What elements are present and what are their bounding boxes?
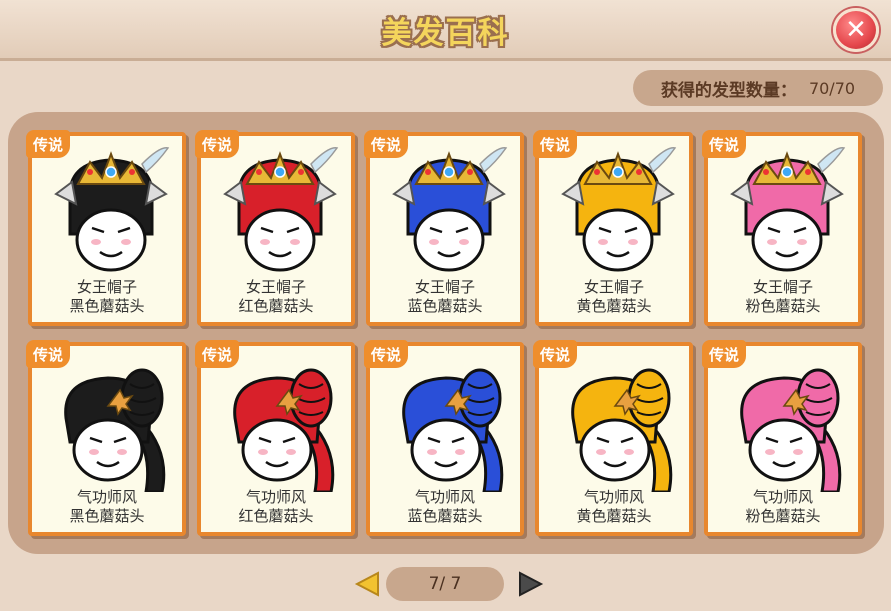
page-title: 美发百科 bbox=[381, 16, 510, 51]
hairstyle-name-line1: 气功师风 bbox=[752, 488, 813, 506]
hairstyle-card[interactable]: 传说 女王帽子 红色蘑菇头 bbox=[195, 130, 355, 326]
hairstyle-card[interactable]: 传说 女王帽子 粉色蘑菇头 bbox=[702, 130, 862, 326]
hairstyle-name-line1: 女王帽子 bbox=[752, 278, 813, 296]
hairstyle-count-value: 70/70 bbox=[808, 78, 856, 98]
hairstyle-name-line2: 粉色蘑菇头 bbox=[745, 507, 821, 525]
hairstyle-name: 气功师风 蓝色蘑菇头 bbox=[370, 488, 520, 526]
hairstyle-name-line1: 气功师风 bbox=[76, 488, 137, 506]
title-bar: 美发百科 ✕ bbox=[0, 0, 891, 61]
triangle-right-icon[interactable] bbox=[516, 570, 544, 598]
hairstyle-name: 气功师风 粉色蘑菇头 bbox=[708, 488, 858, 526]
triangle-left-icon[interactable] bbox=[354, 570, 382, 598]
hairstyle-name: 女王帽子 蓝色蘑菇头 bbox=[370, 278, 520, 316]
hairstyle-name-line1: 气功师风 bbox=[583, 488, 644, 506]
queen-crown-hair-icon bbox=[54, 147, 170, 272]
hairstyle-card[interactable]: 传说 气功师风 粉色蘑菇头 bbox=[702, 340, 862, 536]
hairstyle-name-line2: 红色蘑菇头 bbox=[238, 297, 314, 315]
hairstyle-name-line1: 女王帽子 bbox=[583, 278, 644, 296]
hairstyle-count: 获得的发型数量： 70/70 bbox=[633, 70, 883, 106]
hairstyle-name-line2: 黄色蘑菇头 bbox=[576, 297, 652, 315]
hairstyle-card[interactable]: 传说 气功师风 黑色蘑菇头 bbox=[26, 340, 186, 536]
hairstyle-name-line2: 粉色蘑菇头 bbox=[745, 297, 821, 315]
hairstyle-name-line2: 蓝色蘑菇头 bbox=[407, 507, 483, 525]
page-indicator-text: 7/ 7 bbox=[428, 574, 462, 594]
hairstyle-name: 女王帽子 黑色蘑菇头 bbox=[32, 278, 182, 316]
hairstyle-name: 女王帽子 粉色蘑菇头 bbox=[708, 278, 858, 316]
queen-crown-hair-icon bbox=[223, 147, 339, 272]
hairstyle-card[interactable]: 传说 女王帽子 蓝色蘑菇头 bbox=[364, 130, 524, 326]
hairstyle-name: 女王帽子 红色蘑菇头 bbox=[201, 278, 351, 316]
hairstyle-card[interactable]: 传说 气功师风 蓝色蘑菇头 bbox=[364, 340, 524, 536]
qigong-braid-hair-icon bbox=[740, 368, 842, 492]
hairstyle-name: 气功师风 黄色蘑菇头 bbox=[539, 488, 689, 526]
qigong-braid-hair-icon bbox=[233, 368, 335, 492]
hairstyle-name-line2: 黑色蘑菇头 bbox=[69, 297, 145, 315]
hairstyle-name-line1: 女王帽子 bbox=[414, 278, 475, 296]
close-button[interactable]: ✕ bbox=[833, 8, 879, 52]
hairstyle-grid: 传说 女王帽子 黑色蘑菇头 传说 女王帽子 红色蘑菇头 传说 女王帽子 蓝色蘑菇… bbox=[8, 112, 884, 554]
hairstyle-name-line1: 女王帽子 bbox=[245, 278, 306, 296]
hairstyle-name: 气功师风 红色蘑菇头 bbox=[201, 488, 351, 526]
qigong-braid-hair-icon bbox=[571, 368, 673, 492]
close-x-icon: ✕ bbox=[845, 15, 867, 45]
hairstyle-card[interactable]: 传说 女王帽子 黄色蘑菇头 bbox=[533, 130, 693, 326]
qigong-braid-hair-icon bbox=[64, 368, 166, 492]
hairstyle-name: 气功师风 黑色蘑菇头 bbox=[32, 488, 182, 526]
hairstyle-name-line2: 黄色蘑菇头 bbox=[576, 507, 652, 525]
qigong-braid-hair-icon bbox=[402, 368, 504, 492]
hairstyle-name-line1: 女王帽子 bbox=[76, 278, 137, 296]
queen-crown-hair-icon bbox=[561, 147, 677, 272]
hairstyle-name: 女王帽子 黄色蘑菇头 bbox=[539, 278, 689, 316]
hairstyle-card[interactable]: 传说 气功师风 红色蘑菇头 bbox=[195, 340, 355, 536]
hairstyle-name-line2: 黑色蘑菇头 bbox=[69, 507, 145, 525]
hairstyle-count-label: 获得的发型数量： bbox=[660, 80, 797, 101]
hairstyle-name-line1: 气功师风 bbox=[414, 488, 475, 506]
hairstyle-card[interactable]: 传说 女王帽子 黑色蘑菇头 bbox=[26, 130, 186, 326]
queen-crown-hair-icon bbox=[392, 147, 508, 272]
hairstyle-card[interactable]: 传说 气功师风 黄色蘑菇头 bbox=[533, 340, 693, 536]
queen-crown-hair-icon bbox=[730, 147, 846, 272]
hairstyle-name-line2: 红色蘑菇头 bbox=[238, 507, 314, 525]
hairstyle-name-line2: 蓝色蘑菇头 bbox=[407, 297, 483, 315]
page-indicator: 7/ 7 bbox=[386, 567, 504, 601]
hairstyle-name-line1: 气功师风 bbox=[245, 488, 306, 506]
